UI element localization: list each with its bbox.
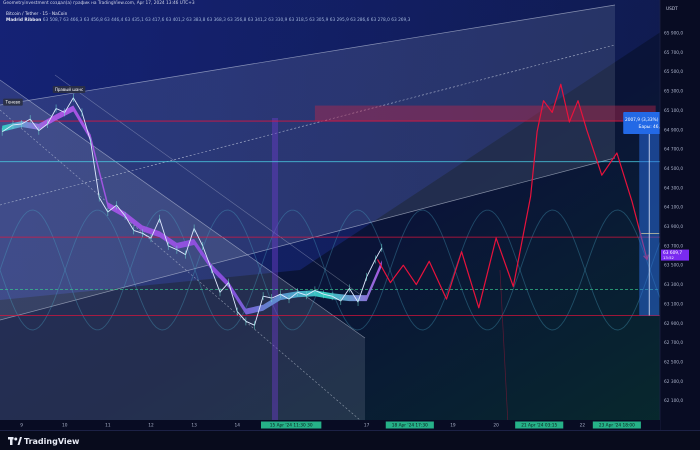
price-range-callout-bars: Бары: 46, [639, 124, 660, 130]
time-axis-tick: 11 [105, 423, 111, 429]
time-axis-tick: 10 [62, 423, 68, 429]
indicator-values: 63 508,7 63 466,3 63 456,8 63 446,4 63 4… [42, 18, 411, 23]
price-axis-tick: 65 300,0 [664, 89, 683, 95]
price-axis-tick: 65 500,0 [664, 69, 683, 75]
time-axis-tick: 18 Apr '24 17:30 [392, 423, 428, 429]
time-axis-tick: 14 [235, 423, 241, 429]
price-axis-tick: 63 300,0 [664, 282, 683, 288]
time-zone-highlight [272, 118, 278, 420]
price-axis-tick: 62 500,0 [664, 359, 683, 365]
price-axis-tick: 64 700,0 [664, 147, 683, 153]
time-axis-tick: 17 [364, 423, 370, 429]
price-axis-tick: 65 100,0 [664, 108, 683, 114]
price-axis-tick: 64 100,0 [664, 205, 683, 211]
annotation-label-1: Тенево [5, 99, 21, 104]
price-axis-tick: 62 900,0 [664, 321, 683, 327]
price-axis-tick: 62 100,0 [664, 398, 683, 404]
price-axis-tick: 63 100,0 [664, 301, 683, 307]
price-axis-tick: 65 700,0 [664, 50, 683, 56]
time-axis-tick: 12 [148, 423, 154, 429]
footer-bar: TradingView [0, 430, 700, 450]
time-axis-tick: 23 Apr '24 18:00 [599, 423, 635, 429]
price-axis-background [660, 0, 700, 430]
resistance-zone [314, 105, 656, 122]
time-axis-tick: 13 [191, 423, 197, 429]
indicator-name: Madrid Ribbon [6, 18, 42, 23]
tradingview-wordmark: TradingView [24, 437, 80, 446]
time-axis-tick: 9 [20, 423, 23, 429]
price-axis-tick: 64 500,0 [664, 166, 683, 172]
chart-header-caption: Geometryinvestment создал(а) график на T… [3, 1, 195, 6]
price-chart[interactable]: 2007,9 (3,33%) 20879Бары: 46,ТеневоПравы… [0, 0, 700, 430]
price-axis-tick: 64 900,0 [664, 127, 683, 133]
chart-window: 2007,9 (3,33%) 20879 Бары: 46, Тенево Правы… [0, 0, 700, 450]
price-axis-tick: 63 500,0 [664, 263, 683, 269]
indicator-legend[interactable]: Madrid Ribbon 63 508,7 63 466,3 63 456,8… [6, 18, 410, 23]
price-axis-tick: 62 700,0 [664, 340, 683, 346]
price-axis-tick: 65 900,0 [664, 31, 683, 37]
time-axis-tick: 19 [450, 423, 456, 429]
tradingview-logo-icon [8, 437, 22, 445]
price-axis-tick: 63 700,0 [664, 243, 683, 249]
symbol-legend[interactable]: Bitcoin / Tether · 15 · NaCoin [6, 12, 67, 17]
current-price-timer: 13:52 [663, 255, 675, 260]
tradingview-brand[interactable]: TradingView [8, 437, 79, 446]
price-axis-unit: USDT [666, 6, 678, 12]
time-axis-tick: 20 [493, 423, 499, 429]
price-axis-tick: 63 900,0 [664, 224, 683, 230]
time-axis-tick: 21 Apr '24 03:15 [521, 423, 557, 429]
time-axis-tick: 22 [580, 423, 586, 429]
price-axis-tick: 64 300,0 [664, 185, 683, 191]
time-axis-tick: 15 Apr '24 11:30 30 [270, 423, 313, 429]
price-axis-tick: 62 300,0 [664, 379, 683, 385]
annotation-label-2: Правый шанс [55, 87, 83, 92]
